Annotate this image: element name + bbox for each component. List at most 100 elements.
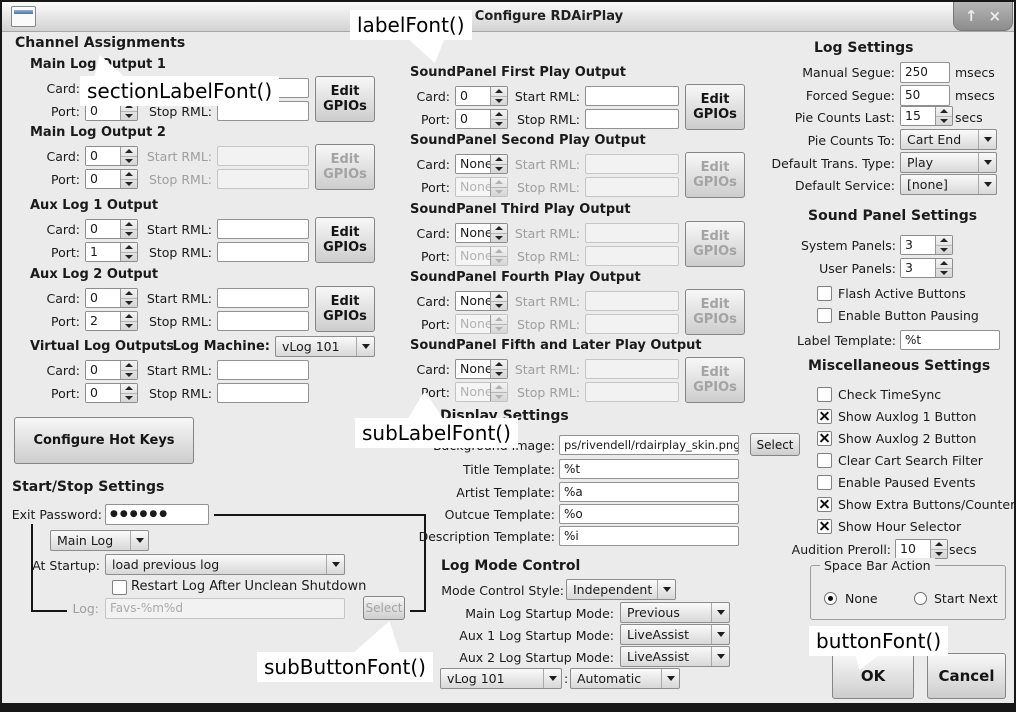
spin-down-icon[interactable] xyxy=(936,269,952,278)
pie-counts-to-combobox[interactable]: Cart End xyxy=(900,129,997,150)
spin-up-icon[interactable] xyxy=(121,384,137,394)
spin-up-icon[interactable] xyxy=(931,540,947,550)
spinner-buttons[interactable] xyxy=(120,170,137,188)
manual-segue-input[interactable]: 250 xyxy=(900,62,950,83)
port-spinbox[interactable]: 0 xyxy=(455,109,508,129)
spin-down-icon[interactable] xyxy=(936,246,952,255)
spinner-buttons[interactable] xyxy=(120,220,137,238)
spin-down-icon[interactable] xyxy=(121,394,137,403)
mode-control-style-combobox[interactable]: Independent xyxy=(566,579,676,600)
spin-up-icon[interactable] xyxy=(491,360,507,370)
spin-up-icon[interactable] xyxy=(121,220,137,230)
default-service-combobox[interactable]: [none] xyxy=(900,174,997,195)
vlog-mode-combobox[interactable]: Automatic xyxy=(570,668,680,689)
stop-rml-input[interactable] xyxy=(217,242,309,262)
spin-up-icon[interactable] xyxy=(121,243,137,253)
stop-rml-input[interactable] xyxy=(585,109,679,129)
spin-down-icon[interactable] xyxy=(121,180,137,189)
space-bar-none-radio[interactable] xyxy=(824,592,837,605)
spinner-buttons[interactable] xyxy=(490,155,507,173)
spin-down-icon[interactable] xyxy=(491,302,507,311)
edit-gpios-button[interactable]: EditGPIOs xyxy=(315,217,375,263)
spin-up-icon[interactable] xyxy=(121,289,137,299)
spinner-buttons[interactable] xyxy=(120,384,137,402)
spin-up-icon[interactable] xyxy=(936,107,952,117)
spinner-buttons[interactable] xyxy=(490,87,507,105)
exit-password-input[interactable]: ●●●●●● xyxy=(105,504,209,525)
port-spinbox[interactable]: 1 xyxy=(85,242,138,262)
spin-down-icon[interactable] xyxy=(121,299,137,308)
shade-window-icon[interactable]: ↑ xyxy=(965,9,978,24)
spinner-buttons[interactable] xyxy=(935,107,952,125)
card-spinbox[interactable]: 0 xyxy=(455,86,508,106)
background-image-select-button[interactable]: Select xyxy=(750,433,800,456)
system-panels-spinbox[interactable]: 3 xyxy=(900,235,953,255)
title-template-input[interactable]: %t xyxy=(559,459,739,479)
show-hour-selector-checkbox[interactable] xyxy=(817,519,832,534)
close-window-icon[interactable]: × xyxy=(989,9,1002,24)
stop-rml-input[interactable] xyxy=(217,383,309,403)
spin-down-icon[interactable] xyxy=(491,165,507,174)
show-extra-buttons-checkbox[interactable] xyxy=(817,497,832,512)
spin-down-icon[interactable] xyxy=(121,322,137,331)
spinner-buttons[interactable] xyxy=(120,312,137,330)
spinner-buttons[interactable] xyxy=(930,540,947,558)
card-spinbox[interactable]: 0 xyxy=(85,146,138,166)
spin-down-icon[interactable] xyxy=(936,117,952,126)
card-spinbox[interactable]: 0 xyxy=(85,360,138,380)
spin-down-icon[interactable] xyxy=(931,550,947,559)
spin-down-icon[interactable] xyxy=(491,120,507,129)
spin-down-icon[interactable] xyxy=(491,97,507,106)
spin-up-icon[interactable] xyxy=(121,361,137,371)
default-trans-type-combobox[interactable]: Play xyxy=(900,152,997,173)
show-auxlog2-checkbox[interactable] xyxy=(817,431,832,446)
window-titlebar[interactable]: RDAdmin - Configure RDAirPlay ↑ × xyxy=(2,2,1014,32)
spin-up-icon[interactable] xyxy=(121,147,137,157)
spin-up-icon[interactable] xyxy=(121,312,137,322)
spinner-buttons[interactable] xyxy=(935,236,952,254)
main-log-startup-mode-combobox[interactable]: Previous xyxy=(620,602,730,623)
edit-gpios-button[interactable]: EditGPIOs xyxy=(315,286,375,332)
ok-button[interactable]: OK xyxy=(832,653,914,699)
card-spinbox[interactable]: 0 xyxy=(85,219,138,239)
spin-up-icon[interactable] xyxy=(491,224,507,234)
restart-log-checkbox[interactable] xyxy=(112,580,127,595)
edit-gpios-button[interactable]: EditGPIOs xyxy=(315,76,375,122)
start-rml-input[interactable] xyxy=(217,288,309,308)
card-spinbox[interactable]: None xyxy=(455,291,508,311)
spin-up-icon[interactable] xyxy=(491,87,507,97)
spin-up-icon[interactable] xyxy=(491,110,507,120)
spin-down-icon[interactable] xyxy=(491,234,507,243)
aux2-log-startup-mode-combobox[interactable]: LiveAssist xyxy=(620,646,730,667)
forced-segue-input[interactable]: 50 xyxy=(900,85,950,106)
spin-down-icon[interactable] xyxy=(121,230,137,239)
clear-cart-search-filter-checkbox[interactable] xyxy=(817,453,832,468)
label-template-input[interactable]: %t xyxy=(900,330,1000,350)
card-spinbox[interactable]: None xyxy=(455,154,508,174)
spinner-buttons[interactable] xyxy=(490,360,507,378)
flash-active-buttons-checkbox[interactable] xyxy=(817,286,832,301)
startup-log-machine-combobox[interactable]: Main Log xyxy=(50,530,149,551)
cancel-button[interactable]: Cancel xyxy=(927,653,1006,699)
start-rml-input[interactable] xyxy=(217,360,309,380)
spin-up-icon[interactable] xyxy=(936,236,952,246)
background-image-input[interactable]: ps/rivendell/rdairplay_skin.png xyxy=(559,435,739,455)
log-machine-combobox[interactable]: vLog 101 xyxy=(275,336,375,357)
spinner-buttons[interactable] xyxy=(935,259,952,277)
spinner-buttons[interactable] xyxy=(120,289,137,307)
spinner-buttons[interactable] xyxy=(120,361,137,379)
spinner-buttons[interactable] xyxy=(120,147,137,165)
vlog-machine-combobox[interactable]: vLog 101 xyxy=(440,668,562,689)
audition-preroll-spinbox[interactable]: 10 xyxy=(895,539,948,559)
spin-up-icon[interactable] xyxy=(491,155,507,165)
port-spinbox[interactable]: 0 xyxy=(85,383,138,403)
card-spinbox[interactable]: None xyxy=(455,223,508,243)
spin-up-icon[interactable] xyxy=(121,170,137,180)
spin-down-icon[interactable] xyxy=(121,371,137,380)
spinner-buttons[interactable] xyxy=(490,292,507,310)
spin-up-icon[interactable] xyxy=(936,259,952,269)
start-rml-input[interactable] xyxy=(217,219,309,239)
spinner-buttons[interactable] xyxy=(120,243,137,261)
pie-counts-last-spinbox[interactable]: 15 xyxy=(900,106,953,126)
stop-rml-input[interactable] xyxy=(217,311,309,331)
